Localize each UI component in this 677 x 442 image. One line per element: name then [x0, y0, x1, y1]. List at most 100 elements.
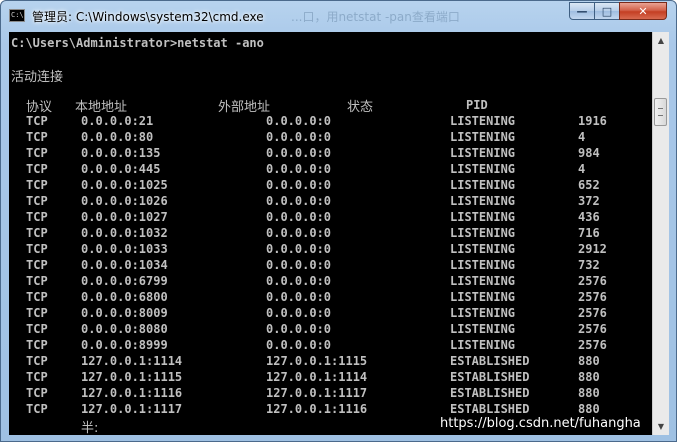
cell-state: LISTENING	[450, 322, 516, 336]
cell-foreign-address: 0.0.0.0:0	[266, 226, 332, 240]
cell-pid: 436	[578, 210, 600, 224]
maximize-icon: □	[601, 4, 613, 18]
cell-state: LISTENING	[450, 210, 516, 224]
cell-state: ESTABLISHED	[450, 386, 530, 400]
cell-proto: TCP	[26, 402, 48, 416]
cell-pid: 652	[578, 178, 600, 192]
table-row: TCP 0.0.0.0:1033 0.0.0.0:0 LISTENING 2912	[9, 242, 652, 258]
cell-local-address: 0.0.0.0:8999	[81, 338, 168, 352]
cell-proto: TCP	[26, 130, 48, 144]
table-row: TCP 0.0.0.0:1025 0.0.0.0:0 LISTENING 652	[9, 178, 652, 194]
cell-state: LISTENING	[450, 130, 516, 144]
cell-foreign-address: 0.0.0.0:0	[266, 178, 332, 192]
watermark: https://blog.csdn.net/fuhangha	[440, 416, 641, 431]
cell-local-address: 127.0.0.1:1117	[81, 402, 183, 416]
table-row: TCP 127.0.0.1:1116 127.0.0.1:1117 ESTABLISH…	[9, 386, 652, 402]
table-row: TCP 0.0.0.0:8999 0.0.0.0:0 LISTENING 2576	[9, 338, 652, 354]
cell-local-address: 0.0.0.0:6799	[81, 274, 168, 288]
header-proto: 协议	[26, 100, 53, 115]
cell-state: LISTENING	[450, 146, 516, 160]
cell-foreign-address: 127.0.0.1:1117	[266, 386, 368, 400]
scrollbar-thumb[interactable]	[654, 98, 667, 126]
cell-local-address: 0.0.0.0:1034	[81, 258, 168, 272]
cell-state: LISTENING	[450, 114, 516, 128]
scroll-down-button[interactable]: ▼	[653, 418, 669, 435]
scroll-up-button[interactable]: ▲	[653, 32, 669, 49]
cell-pid: 2576	[578, 306, 607, 320]
table-row: TCP 0.0.0.0:8080 0.0.0.0:0 LISTENING 2576	[9, 322, 652, 338]
cell-proto: TCP	[26, 258, 48, 272]
cell-state: LISTENING	[450, 306, 516, 320]
cell-proto: TCP	[26, 178, 48, 192]
close-icon: ✕	[638, 4, 648, 18]
cell-foreign-address: 0.0.0.0:0	[266, 162, 332, 176]
cell-foreign-address: 0.0.0.0:0	[266, 290, 332, 304]
table-row: TCP 0.0.0.0:21 0.0.0.0:0 LISTENING 1916	[9, 114, 652, 130]
cell-proto: TCP	[26, 322, 48, 336]
cell-foreign-address: 0.0.0.0:0	[266, 322, 332, 336]
cell-local-address: 0.0.0.0:1025	[81, 178, 168, 192]
cell-proto: TCP	[26, 194, 48, 208]
table-row: TCP 0.0.0.0:8009 0.0.0.0:0 LISTENING 2576	[9, 306, 652, 322]
cell-local-address: 127.0.0.1:1116	[81, 386, 183, 400]
title-bar[interactable]: C:\ ...口，用netstat -pan查看端口 管理员: C:\Windo…	[1, 1, 676, 31]
header-state: 状态	[347, 100, 374, 115]
section-title: 活动连接	[11, 70, 64, 85]
cell-state: ESTABLISHED	[450, 402, 530, 416]
cell-foreign-address: 0.0.0.0:0	[266, 194, 332, 208]
cell-local-address: 0.0.0.0:1026	[81, 194, 168, 208]
console-area[interactable]: C:\Users\Administrator>netstat -ano 活动连接…	[9, 32, 652, 435]
cell-foreign-address: 0.0.0.0:0	[266, 210, 332, 224]
cell-local-address: 0.0.0.0:80	[81, 130, 154, 144]
table-row: TCP 0.0.0.0:1026 0.0.0.0:0 LISTENING 372	[9, 194, 652, 210]
cell-state: LISTENING	[450, 194, 516, 208]
cell-foreign-address: 0.0.0.0:0	[266, 114, 332, 128]
cell-foreign-address: 0.0.0.0:0	[266, 242, 332, 256]
cell-pid: 732	[578, 258, 600, 272]
cell-foreign-address: 0.0.0.0:0	[266, 274, 332, 288]
cell-foreign-address: 0.0.0.0:0	[266, 258, 332, 272]
cell-state: LISTENING	[450, 274, 516, 288]
close-button[interactable]: ✕	[619, 2, 667, 20]
cell-local-address: 0.0.0.0:135	[81, 146, 161, 160]
cell-pid: 2576	[578, 338, 607, 352]
cell-local-address: 127.0.0.1:1114	[81, 354, 183, 368]
cell-proto: TCP	[26, 114, 48, 128]
cell-foreign-address: 0.0.0.0:0	[266, 306, 332, 320]
table-row: TCP 0.0.0.0:135 0.0.0.0:0 LISTENING 984	[9, 146, 652, 162]
table-row: TCP 0.0.0.0:80 0.0.0.0:0 LISTENING 4	[9, 130, 652, 146]
table-row: TCP 0.0.0.0:445 0.0.0.0:0 LISTENING 4	[9, 162, 652, 178]
cell-state: LISTENING	[450, 226, 516, 240]
cell-foreign-address: 0.0.0.0:0	[266, 338, 332, 352]
minimize-button[interactable]: —	[569, 2, 595, 20]
table-row: TCP 0.0.0.0:1034 0.0.0.0:0 LISTENING 732	[9, 258, 652, 274]
arrow-up-icon: ▲	[657, 36, 665, 45]
minimize-icon: —	[576, 4, 588, 18]
cell-proto: TCP	[26, 242, 48, 256]
cell-pid: 4	[578, 130, 586, 144]
vertical-scrollbar[interactable]: ▲ ▼	[652, 32, 669, 435]
cell-local-address: 0.0.0.0:6800	[81, 290, 168, 304]
cell-state: ESTABLISHED	[450, 354, 530, 368]
cell-foreign-address: 0.0.0.0:0	[266, 146, 332, 160]
cmd-window: C:\ ...口，用netstat -pan查看端口 管理员: C:\Windo…	[0, 0, 677, 442]
table-row: TCP 127.0.0.1:1115 127.0.0.1:1114 ESTABLISH…	[9, 370, 652, 386]
cell-state: LISTENING	[450, 242, 516, 256]
cell-state: LISTENING	[450, 178, 516, 192]
cell-proto: TCP	[26, 354, 48, 368]
cell-pid: 880	[578, 370, 600, 384]
cell-pid: 984	[578, 146, 600, 160]
maximize-button[interactable]: □	[594, 2, 620, 20]
table-row: TCP 0.0.0.0:1032 0.0.0.0:0 LISTENING 716	[9, 226, 652, 242]
cell-proto: TCP	[26, 274, 48, 288]
cell-local-address: 0.0.0.0:445	[81, 162, 161, 176]
cell-local-address: 0.0.0.0:21	[81, 114, 154, 128]
cell-pid: 2576	[578, 290, 607, 304]
cell-pid: 2576	[578, 322, 607, 336]
cell-foreign-address: 127.0.0.1:1116	[266, 402, 368, 416]
cell-proto: TCP	[26, 386, 48, 400]
cell-local-address: 127.0.0.1:1115	[81, 370, 183, 384]
cell-local-address: 0.0.0.0:1033	[81, 242, 168, 256]
cmd-app-icon[interactable]: C:\	[9, 9, 25, 22]
window-title: 管理员: C:\Windows\system32\cmd.exe	[32, 10, 264, 24]
